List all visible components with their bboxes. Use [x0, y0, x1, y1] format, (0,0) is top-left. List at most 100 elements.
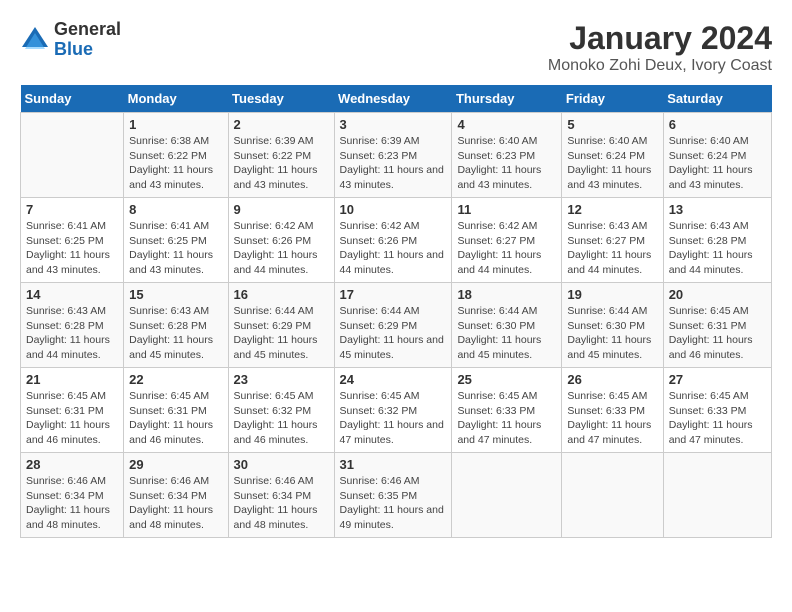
day-cell: 5 Sunrise: 6:40 AMSunset: 6:24 PMDaylight… — [562, 113, 663, 198]
day-cell: 10 Sunrise: 6:42 AMSunset: 6:26 PMDayligh… — [334, 198, 452, 283]
day-cell — [562, 453, 663, 538]
day-detail: Sunrise: 6:45 AMSunset: 6:31 PMDaylight:… — [129, 389, 222, 448]
day-number: 1 — [129, 117, 222, 132]
day-number: 8 — [129, 202, 222, 217]
calendar-header-row: SundayMondayTuesdayWednesdayThursdayFrid… — [21, 85, 772, 113]
day-number: 29 — [129, 457, 222, 472]
day-number: 20 — [669, 287, 766, 302]
day-detail: Sunrise: 6:39 AMSunset: 6:22 PMDaylight:… — [234, 134, 329, 193]
day-detail: Sunrise: 6:45 AMSunset: 6:33 PMDaylight:… — [567, 389, 657, 448]
day-cell: 9 Sunrise: 6:42 AMSunset: 6:26 PMDaylight… — [228, 198, 334, 283]
day-number: 30 — [234, 457, 329, 472]
day-cell: 11 Sunrise: 6:42 AMSunset: 6:27 PMDayligh… — [452, 198, 562, 283]
day-cell: 13Sunrise: 6:43 AMSunset: 6:28 PMDayligh… — [663, 198, 771, 283]
day-number: 22 — [129, 372, 222, 387]
header-saturday: Saturday — [663, 85, 771, 113]
day-number: 3 — [340, 117, 447, 132]
day-number: 14 — [26, 287, 118, 302]
day-detail: Sunrise: 6:45 AMSunset: 6:33 PMDaylight:… — [457, 389, 556, 448]
day-detail: Sunrise: 6:45 AMSunset: 6:31 PMDaylight:… — [26, 389, 118, 448]
day-detail: Sunrise: 6:45 AMSunset: 6:33 PMDaylight:… — [669, 389, 766, 448]
day-number: 5 — [567, 117, 657, 132]
day-number: 21 — [26, 372, 118, 387]
day-detail: Sunrise: 6:40 AMSunset: 6:24 PMDaylight:… — [567, 134, 657, 193]
day-detail: Sunrise: 6:44 AMSunset: 6:30 PMDaylight:… — [457, 304, 556, 363]
subtitle: Monoko Zohi Deux, Ivory Coast — [548, 57, 772, 75]
day-cell: 18 Sunrise: 6:44 AMSunset: 6:30 PMDayligh… — [452, 283, 562, 368]
day-cell: 12 Sunrise: 6:43 AMSunset: 6:27 PMDayligh… — [562, 198, 663, 283]
day-cell: 22 Sunrise: 6:45 AMSunset: 6:31 PMDayligh… — [124, 368, 228, 453]
day-detail: Sunrise: 6:43 AMSunset: 6:28 PMDaylight:… — [669, 219, 766, 278]
week-row-3: 14 Sunrise: 6:43 AMSunset: 6:28 PMDayligh… — [21, 283, 772, 368]
day-number: 25 — [457, 372, 556, 387]
day-number: 16 — [234, 287, 329, 302]
calendar-table: SundayMondayTuesdayWednesdayThursdayFrid… — [20, 85, 772, 538]
day-detail: Sunrise: 6:42 AMSunset: 6:26 PMDaylight:… — [234, 219, 329, 278]
day-number: 2 — [234, 117, 329, 132]
day-number: 18 — [457, 287, 556, 302]
day-number: 4 — [457, 117, 556, 132]
day-detail: Sunrise: 6:43 AMSunset: 6:28 PMDaylight:… — [129, 304, 222, 363]
day-cell: 14Sunrise: 6:43 AMSunset: 6:28 PMDayligh… — [21, 283, 124, 368]
day-cell: 29 Sunrise: 6:46 AMSunset: 6:34 PMDayligh… — [124, 453, 228, 538]
logo-blue: Blue — [54, 40, 121, 60]
logo-general: General — [54, 20, 121, 40]
day-number: 19 — [567, 287, 657, 302]
day-detail: Sunrise: 6:42 AMSunset: 6:27 PMDaylight:… — [457, 219, 556, 278]
day-number: 31 — [340, 457, 447, 472]
day-number: 24 — [340, 372, 447, 387]
header-thursday: Thursday — [452, 85, 562, 113]
day-detail: Sunrise: 6:42 AMSunset: 6:26 PMDaylight:… — [340, 219, 447, 278]
day-number: 17 — [340, 287, 447, 302]
day-cell: 6 Sunrise: 6:40 AMSunset: 6:24 PMDaylight… — [663, 113, 771, 198]
day-number: 9 — [234, 202, 329, 217]
page-header: General Blue January 2024 Monoko Zohi De… — [20, 20, 772, 75]
day-detail: Sunrise: 6:45 AMSunset: 6:32 PMDaylight:… — [234, 389, 329, 448]
day-number: 6 — [669, 117, 766, 132]
day-detail: Sunrise: 6:46 AMSunset: 6:34 PMDaylight:… — [129, 474, 222, 533]
day-cell: 19 Sunrise: 6:44 AMSunset: 6:30 PMDayligh… — [562, 283, 663, 368]
day-cell: 4Sunrise: 6:40 AMSunset: 6:23 PMDaylight… — [452, 113, 562, 198]
day-detail: Sunrise: 6:44 AMSunset: 6:29 PMDaylight:… — [340, 304, 447, 363]
week-row-4: 21 Sunrise: 6:45 AMSunset: 6:31 PMDayligh… — [21, 368, 772, 453]
day-cell: 17 Sunrise: 6:44 AMSunset: 6:29 PMDayligh… — [334, 283, 452, 368]
day-cell: 2 Sunrise: 6:39 AMSunset: 6:22 PMDaylight… — [228, 113, 334, 198]
day-detail: Sunrise: 6:41 AMSunset: 6:25 PMDaylight:… — [129, 219, 222, 278]
day-detail: Sunrise: 6:45 AMSunset: 6:31 PMDaylight:… — [669, 304, 766, 363]
day-cell: 3 Sunrise: 6:39 AMSunset: 6:23 PMDaylight… — [334, 113, 452, 198]
day-detail: Sunrise: 6:46 AMSunset: 6:35 PMDaylight:… — [340, 474, 447, 533]
day-number: 12 — [567, 202, 657, 217]
day-number: 28 — [26, 457, 118, 472]
week-row-2: 7 Sunrise: 6:41 AMSunset: 6:25 PMDaylight… — [21, 198, 772, 283]
day-cell: 15Sunrise: 6:43 AMSunset: 6:28 PMDayligh… — [124, 283, 228, 368]
day-number: 10 — [340, 202, 447, 217]
day-detail: Sunrise: 6:44 AMSunset: 6:30 PMDaylight:… — [567, 304, 657, 363]
logo-text: General Blue — [54, 20, 121, 60]
header-wednesday: Wednesday — [334, 85, 452, 113]
day-detail: Sunrise: 6:40 AMSunset: 6:24 PMDaylight:… — [669, 134, 766, 193]
day-cell: 28 Sunrise: 6:46 AMSunset: 6:34 PMDayligh… — [21, 453, 124, 538]
day-cell — [452, 453, 562, 538]
day-cell: 21 Sunrise: 6:45 AMSunset: 6:31 PMDayligh… — [21, 368, 124, 453]
day-detail: Sunrise: 6:44 AMSunset: 6:29 PMDaylight:… — [234, 304, 329, 363]
day-cell: 25 Sunrise: 6:45 AMSunset: 6:33 PMDayligh… — [452, 368, 562, 453]
day-number: 26 — [567, 372, 657, 387]
day-cell: 31 Sunrise: 6:46 AMSunset: 6:35 PMDayligh… — [334, 453, 452, 538]
day-cell: 30 Sunrise: 6:46 AMSunset: 6:34 PMDayligh… — [228, 453, 334, 538]
day-cell: 27Sunrise: 6:45 AMSunset: 6:33 PMDayligh… — [663, 368, 771, 453]
day-cell: 7Sunrise: 6:41 AMSunset: 6:25 PMDaylight… — [21, 198, 124, 283]
day-detail: Sunrise: 6:39 AMSunset: 6:23 PMDaylight:… — [340, 134, 447, 193]
header-friday: Friday — [562, 85, 663, 113]
main-title: January 2024 — [548, 20, 772, 57]
day-detail: Sunrise: 6:43 AMSunset: 6:27 PMDaylight:… — [567, 219, 657, 278]
day-number: 7 — [26, 202, 118, 217]
day-cell — [663, 453, 771, 538]
day-detail: Sunrise: 6:46 AMSunset: 6:34 PMDaylight:… — [234, 474, 329, 533]
title-block: January 2024 Monoko Zohi Deux, Ivory Coa… — [548, 20, 772, 75]
day-cell: 20 Sunrise: 6:45 AMSunset: 6:31 PMDayligh… — [663, 283, 771, 368]
day-detail: Sunrise: 6:46 AMSunset: 6:34 PMDaylight:… — [26, 474, 118, 533]
header-tuesday: Tuesday — [228, 85, 334, 113]
logo-icon — [20, 25, 50, 55]
day-number: 11 — [457, 202, 556, 217]
day-cell: 26 Sunrise: 6:45 AMSunset: 6:33 PMDayligh… — [562, 368, 663, 453]
